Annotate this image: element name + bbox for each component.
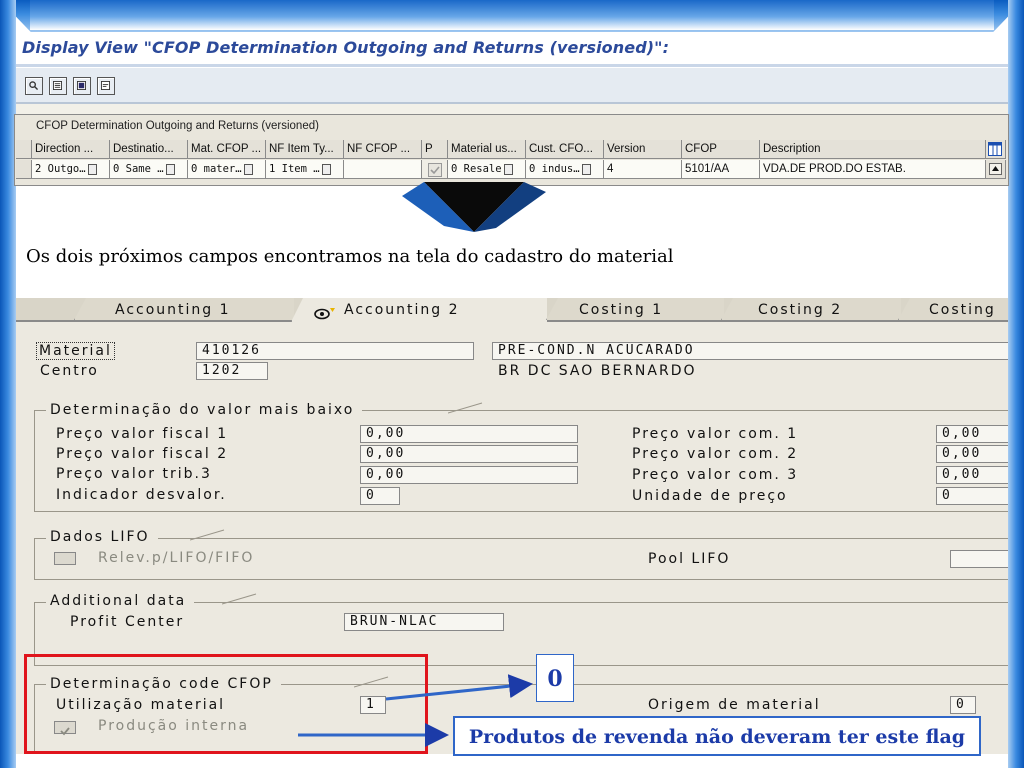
fiscal-value-1-label: Preço valor fiscal 1 <box>56 426 229 442</box>
slide-frame-top-inner <box>30 0 994 30</box>
value-help-icon[interactable] <box>165 163 175 175</box>
select-all-icon[interactable] <box>49 77 67 95</box>
column-header[interactable]: Description <box>760 140 986 159</box>
select-block-icon[interactable] <box>73 77 91 95</box>
table-header-row: Direction ... Destinatio... Mat. CFOP ..… <box>16 140 1006 159</box>
slide-caption: Os dois próximos campos encontramos na t… <box>26 246 674 267</box>
column-header[interactable]: NF Item Ty... <box>266 140 344 159</box>
row-selector[interactable] <box>16 160 32 179</box>
column-header[interactable]: Direction ... <box>32 140 110 159</box>
table-cell[interactable]: 0 mater… <box>188 160 266 179</box>
table-cell[interactable]: 4 <box>604 160 682 179</box>
group-title-slant <box>222 593 257 605</box>
table-settings-icon[interactable] <box>986 140 1006 159</box>
material-label: Material <box>36 342 115 360</box>
table-cell[interactable]: 5101/AA <box>682 160 760 179</box>
plant-field[interactable]: 1202 <box>196 362 268 380</box>
devaluation-indicator-label: Indicador desvalor. <box>56 487 227 503</box>
price-unit-field[interactable]: 0 <box>936 487 1008 505</box>
fiscal-value-1-field[interactable]: 0,00 <box>360 425 578 443</box>
lifo-pool-field[interactable] <box>950 550 1008 568</box>
down-arrow-icon <box>402 182 546 232</box>
table-cell[interactable]: 0 Resale <box>448 160 526 179</box>
value-help-icon[interactable] <box>321 163 331 175</box>
plant-description: BR DC SAO BERNARDO <box>498 363 697 379</box>
table-cell[interactable]: 2 Outgo… <box>32 160 110 179</box>
material-field[interactable]: 410126 <box>196 342 474 360</box>
tab-strip: Accounting 1 Accounting 2 Costing 1 Cost… <box>16 298 1008 322</box>
value-help-icon[interactable] <box>581 163 591 175</box>
lifo-title: Dados LIFO <box>46 529 158 545</box>
tab-accounting-1[interactable]: Accounting 1 <box>74 298 294 320</box>
checkbox[interactable] <box>428 163 442 177</box>
highlight-box <box>24 654 428 754</box>
scroll-up-icon[interactable] <box>986 160 1006 179</box>
annotation-note: Produtos de revenda não deveram ter este… <box>453 716 981 756</box>
group-title-slant <box>448 402 483 414</box>
fiscal-value-2-field[interactable]: 0,00 <box>360 445 578 463</box>
devaluation-indicator-field[interactable]: 0 <box>360 487 400 505</box>
details-icon[interactable] <box>25 77 43 95</box>
table-row[interactable]: 2 Outgo… 0 Same … 0 mater… 1 Item … 0 Re… <box>16 160 1006 179</box>
commercial-value-2-field[interactable]: 0,00 <box>936 445 1008 463</box>
fiscal-value-2-label: Preço valor fiscal 2 <box>56 446 229 462</box>
lifo-pool-label: Pool LIFO <box>648 551 731 567</box>
plant-label: Centro <box>40 363 99 379</box>
active-tab-icon <box>314 304 335 320</box>
column-header[interactable]: Mat. CFOP ... <box>188 140 266 159</box>
table-title: CFOP Determination Outgoing and Returns … <box>36 120 319 132</box>
additional-data-title: Additional data <box>46 593 195 609</box>
column-header[interactable]: Version <box>604 140 682 159</box>
title-divider <box>16 64 1008 67</box>
value-help-icon[interactable] <box>243 163 253 175</box>
tab-costing-1[interactable]: Costing 1 <box>546 298 724 320</box>
application-toolbar <box>16 68 1008 104</box>
table-cell[interactable] <box>422 160 448 179</box>
page-title: Display View "CFOP Determination Outgoin… <box>22 38 670 57</box>
profit-center-field[interactable]: BRUN-NLAC <box>344 613 504 631</box>
column-header[interactable]: Destinatio... <box>110 140 188 159</box>
value-help-icon[interactable] <box>503 163 513 175</box>
select-all-rows-button[interactable] <box>16 140 32 159</box>
deselect-icon[interactable] <box>97 77 115 95</box>
value-help-icon[interactable] <box>87 163 97 175</box>
lowest-value-title: Determinação do valor mais baixo <box>46 402 363 418</box>
column-header[interactable]: NF CFOP ... <box>344 140 422 159</box>
lifo-relevant-checkbox[interactable] <box>54 552 76 565</box>
tab-accounting-2[interactable]: Accounting 2 <box>291 298 547 322</box>
annotation-zero: 0 <box>536 654 574 702</box>
material-description-field: PRE-COND.N ACUCARADO <box>492 342 1008 360</box>
slide-frame-right <box>1008 0 1024 768</box>
table-cell[interactable]: 1 Item … <box>266 160 344 179</box>
price-unit-label: Unidade de preço <box>632 488 788 504</box>
tab-costing-2[interactable]: Costing 2 <box>721 298 901 320</box>
commercial-value-2-label: Preço valor com. 2 <box>632 446 799 462</box>
table-cell[interactable]: 0 Same … <box>110 160 188 179</box>
column-header[interactable]: Cust. CFO... <box>526 140 604 159</box>
table-cell[interactable]: 0 indus… <box>526 160 604 179</box>
commercial-value-1-label: Preço valor com. 1 <box>632 426 799 442</box>
tax-value-3-label: Preço valor trib.3 <box>56 466 212 482</box>
tab-costing-3[interactable]: Costing <box>898 298 1008 320</box>
column-header[interactable]: CFOP <box>682 140 760 159</box>
commercial-value-1-field[interactable]: 0,00 <box>936 425 1008 443</box>
material-origin-label: Origem de material <box>648 697 821 713</box>
tax-value-3-field[interactable]: 0,00 <box>360 466 578 484</box>
profit-center-label: Profit Center <box>70 614 185 630</box>
column-header[interactable]: P <box>422 140 448 159</box>
group-title-slant <box>190 529 225 541</box>
commercial-value-3-field[interactable]: 0,00 <box>936 466 1008 484</box>
table-cell[interactable] <box>344 160 422 179</box>
commercial-value-3-label: Preço valor com. 3 <box>632 467 799 483</box>
lifo-relevant-label: Relev.p/LIFO/FIFO <box>98 550 255 566</box>
material-origin-field[interactable]: 0 <box>950 696 976 714</box>
column-header[interactable]: Material us... <box>448 140 526 159</box>
table-cell[interactable]: VDA.DE PROD.DO ESTAB. <box>760 160 986 179</box>
